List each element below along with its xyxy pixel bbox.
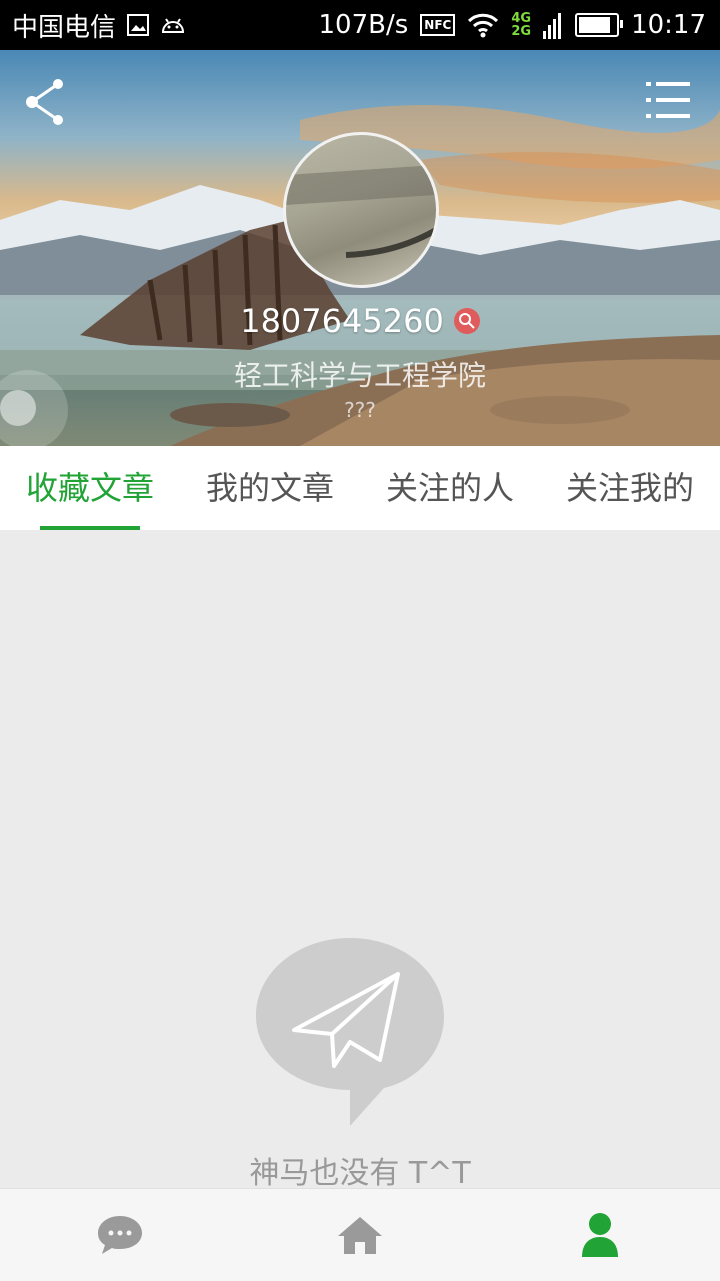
college-name: 轻工科学与工程学院 [233,359,486,392]
wifi-icon [467,12,499,38]
signal-icon [543,11,563,39]
avatar-photo [286,165,436,258]
tab-following[interactable]: 关注的人 [360,446,540,530]
nav-home[interactable] [240,1189,480,1281]
home-icon [338,1217,382,1254]
network-speed: 107B/s [318,10,409,40]
paper-plane-bubble-icon [256,938,444,1126]
tab-followers[interactable]: 关注我的 [540,446,720,530]
tab-favorite-articles[interactable]: 收藏文章 [0,446,180,530]
status-bar: 中国电信 107B/s NFC 4G 2G 10:17 [0,0,720,50]
battery-fill [579,17,611,33]
list-menu-icon [646,82,690,118]
search-icon[interactable] [453,308,480,334]
battery-icon [575,13,624,37]
network-type-2g: 2G [511,24,532,39]
gallery-icon [126,13,150,37]
tab-my-articles[interactable]: 我的文章 [180,446,360,530]
nav-messages[interactable] [0,1189,240,1281]
avatar[interactable] [283,132,439,288]
bottom-navigation [0,1188,720,1281]
share-button[interactable] [24,76,70,128]
status-right: 107B/s NFC 4G 2G 10:17 [319,0,706,50]
empty-message: 神马也没有 T^T [249,1156,471,1191]
carrier-name: 中国电信 [12,12,117,43]
user-icon [582,1213,618,1257]
username: 1807645260 [0,302,720,340]
android-icon [160,15,186,35]
clock: 10:17 [631,10,706,40]
chat-bubble-icon [98,1216,142,1254]
menu-button[interactable] [646,80,690,120]
nfc-icon: NFC [420,14,456,36]
nav-profile[interactable] [480,1189,720,1281]
profile-extra: ??? [344,398,376,422]
phone-number: 1807645260 [240,302,444,340]
share-icon [26,79,63,125]
network-type: 4G 2G [511,12,531,38]
profile-banner: 1807645260 轻工科学与工程学院 ??? [0,50,720,446]
status-left: 中国电信 [12,0,186,50]
profile-tabs: 收藏文章 我的文章 关注的人 关注我的 [0,446,720,530]
